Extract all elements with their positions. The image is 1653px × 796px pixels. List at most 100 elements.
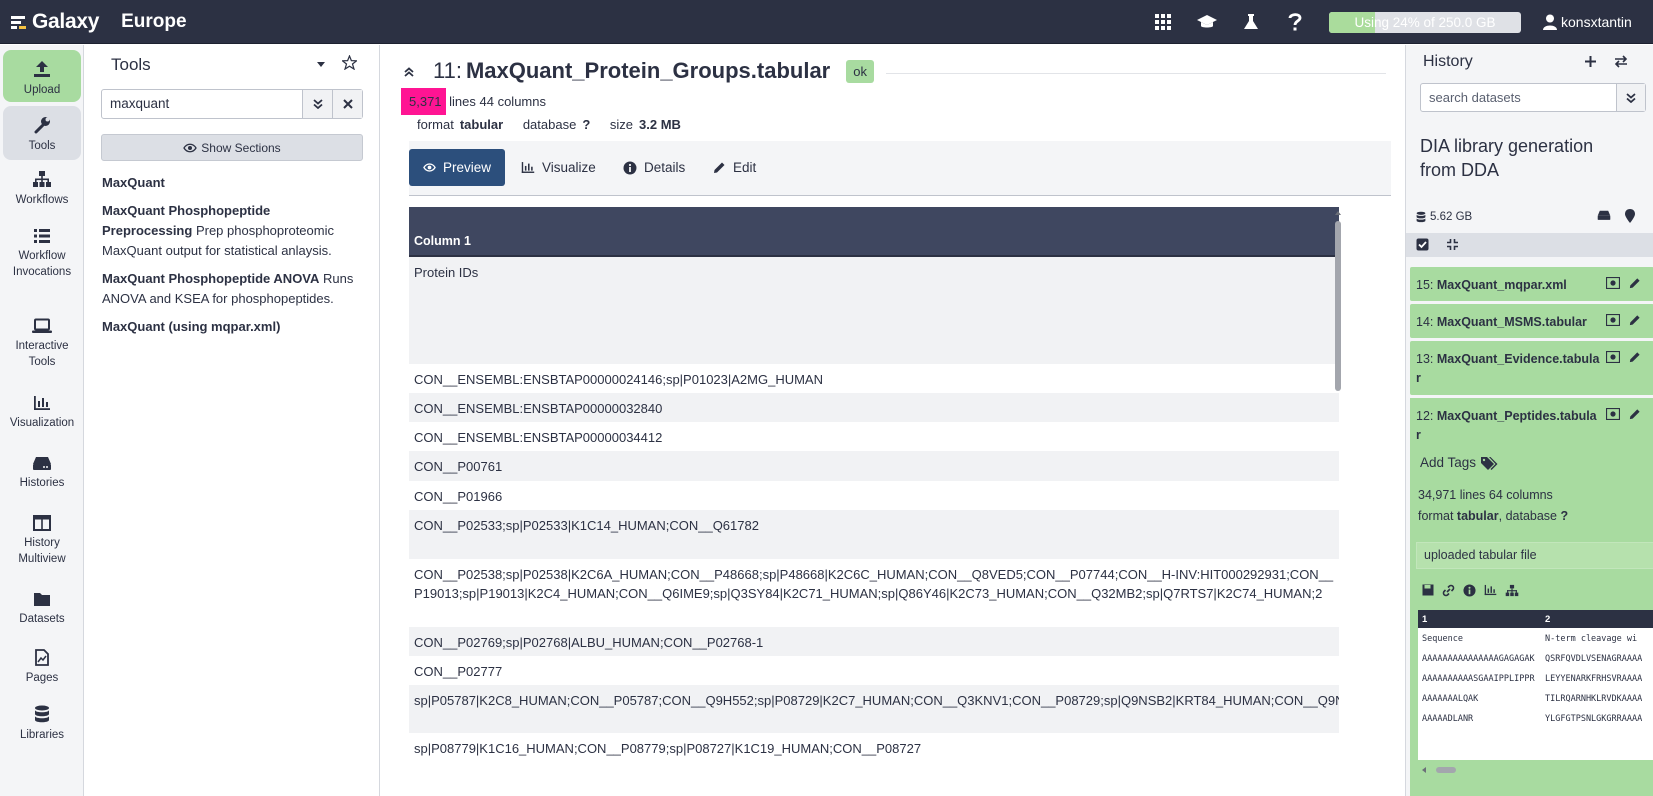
sitemap-icon[interactable] (1505, 584, 1519, 597)
preview-scrollbar[interactable] (1333, 207, 1343, 796)
pencil-icon[interactable] (1628, 314, 1641, 327)
pencil-icon[interactable] (1628, 277, 1641, 290)
tool-search-input[interactable]: maxquant (102, 90, 302, 118)
activity-interactive-tools[interactable]: Interactive Tools (3, 318, 81, 370)
brand-subtitle: Europe (121, 10, 187, 32)
activity-history-multiview[interactable]: History Multiview (3, 515, 81, 567)
pencil-icon (714, 162, 725, 173)
peek-cell: Sequence (1422, 634, 1463, 644)
activity-label: Workflows (15, 194, 69, 206)
activity-upload[interactable]: Upload (3, 50, 81, 102)
plus-icon[interactable] (1584, 55, 1597, 68)
scroll-left-icon[interactable] (1420, 765, 1428, 775)
apps-grid-icon[interactable] (1141, 0, 1185, 44)
tool-item-maxquant-mqpar[interactable]: MaxQuant (using mqpar.xml) (102, 317, 364, 337)
dataset-lines-rest: lines 44 columns (445, 94, 546, 109)
wrench-icon (34, 117, 50, 134)
activity-pages[interactable]: Pages (3, 649, 81, 686)
exchange-icon[interactable] (1614, 55, 1628, 68)
compress-icon[interactable] (1446, 238, 1459, 251)
info-circle-icon[interactable] (1463, 584, 1476, 597)
eye-icon[interactable] (1606, 351, 1620, 363)
dataset-line-info: 5,371 lines 44 columns (401, 88, 546, 115)
scrollbar-thumb[interactable] (1335, 221, 1341, 391)
activity-workflow-invocations[interactable]: Workflow Invocations (3, 228, 81, 280)
history-item-title[interactable]: 12: MaxQuant_Peptides.tabular (1416, 407, 1601, 445)
tab-edit[interactable]: Edit (698, 149, 770, 186)
history-item[interactable]: 15: MaxQuant_mqpar.xml (1410, 267, 1653, 301)
peek-header: 1 2 (1418, 610, 1653, 628)
activity-label: Upload (23, 84, 61, 96)
advanced-search-button[interactable] (302, 90, 332, 118)
tab-label: Preview (442, 160, 491, 175)
hdd-icon[interactable] (1597, 209, 1611, 221)
pencil-icon[interactable] (1628, 351, 1641, 364)
peek-cell: YLGFGTPSNLGKGRRAAAA (1545, 714, 1643, 724)
activity-label: Libraries (19, 729, 65, 741)
quota-meter[interactable]: Using 24% of 250.0 GB (1329, 11, 1521, 33)
peek-cell: N-term cleavage wi (1545, 634, 1638, 644)
format-value: tabular (1456, 509, 1499, 523)
activity-datasets[interactable]: Datasets (3, 591, 81, 627)
chart-bar-icon[interactable] (1484, 584, 1497, 596)
table-row: sp|P08779|K1C16_HUMAN;CON__P08779;sp|P08… (414, 741, 922, 756)
activity-visualization[interactable]: Visualization (3, 395, 81, 431)
history-advanced-search-button[interactable] (1616, 84, 1645, 111)
activity-libraries[interactable]: Libraries (3, 705, 81, 743)
pencil-icon[interactable] (1628, 408, 1641, 421)
eye-icon[interactable] (1606, 277, 1620, 289)
list-icon (34, 229, 50, 243)
caret-down-icon[interactable] (315, 59, 327, 69)
galaxy-logo-icon (11, 15, 26, 29)
eye-icon[interactable] (1606, 408, 1620, 420)
activity-label: Tools (28, 140, 56, 152)
show-sections-button[interactable]: Show Sections (101, 134, 363, 161)
eye-icon[interactable] (1606, 314, 1620, 326)
peek-scrollbar[interactable] (1418, 764, 1653, 776)
tool-item-phospho-anova[interactable]: MaxQuant Phosphopeptide ANOVA Runs ANOVA… (102, 269, 364, 309)
tool-item-phospho-preprocessing[interactable]: MaxQuant Phosphopeptide Preprocessing Pr… (102, 201, 364, 261)
peek-cell: AAAAAAALQAK (1422, 694, 1479, 704)
history-item[interactable]: 13: MaxQuant_Evidence.tabular (1410, 341, 1653, 395)
tab-visualize[interactable]: Visualize (507, 149, 610, 186)
database-icon (35, 705, 49, 723)
tab-details[interactable]: Details (609, 149, 699, 186)
activity-label: Visualization (9, 417, 75, 429)
collapse-icon[interactable] (404, 67, 414, 77)
star-icon[interactable] (342, 55, 357, 70)
help-icon[interactable] (1273, 0, 1317, 44)
history-item[interactable]: 14: MaxQuant_MSMS.tabular (1410, 304, 1653, 338)
history-name[interactable]: DIA library generation from DDA (1420, 134, 1620, 182)
peek-row: AAAAAAAAAASGAAIPPLIPPR LEYYENARKFRHSVRAAA… (1418, 668, 1653, 688)
dataset-name: MaxQuant_Protein_Groups.tabular (465, 58, 831, 83)
flask-icon[interactable] (1229, 0, 1273, 44)
double-chevron-down-icon (1626, 92, 1636, 103)
peek-cell: AAAAAAAAAAAAAAAGAGAGAK (1422, 654, 1535, 664)
history-size[interactable]: 5.62 GB (1416, 211, 1472, 223)
table-row: CON__ENSEMBL:ENSBTAP00000024146;sp|P0102… (414, 372, 823, 387)
scrollbar-thumb[interactable] (1436, 767, 1456, 773)
tool-name: MaxQuant (102, 175, 165, 190)
history-item-name: MaxQuant_MSMS.tabular (1436, 315, 1587, 329)
clear-search-button[interactable] (332, 90, 362, 118)
link-icon[interactable] (1442, 584, 1455, 597)
activity-histories[interactable]: Histories (3, 455, 81, 491)
add-tags-button[interactable]: Add Tags (1420, 455, 1498, 470)
tool-item-maxquant[interactable]: MaxQuant (102, 173, 364, 193)
save-icon[interactable] (1422, 584, 1434, 596)
database-value: ? (582, 117, 591, 132)
tool-panel-title: Tools (111, 55, 151, 74)
masthead: Galaxy Europe Using 24% of 250.0 GB kons… (0, 0, 1653, 44)
user-menu[interactable]: konsxtantin (1543, 14, 1653, 30)
history-search-input[interactable]: search datasets (1421, 84, 1616, 111)
dataset-lines-count: 5,371 (401, 88, 446, 115)
center-panel: 11: MaxQuant_Protein_Groups.tabular ok 5… (381, 45, 1403, 796)
check-square-icon[interactable] (1416, 238, 1429, 251)
graduation-cap-icon[interactable] (1185, 0, 1229, 44)
activity-workflows[interactable]: Workflows (3, 170, 81, 208)
activity-tools[interactable]: Tools (3, 106, 81, 160)
map-marker-icon[interactable] (1625, 209, 1635, 223)
brand-link[interactable]: Galaxy Europe (10, 10, 187, 34)
scroll-up-icon[interactable] (1333, 209, 1343, 217)
tab-preview[interactable]: Preview (409, 149, 505, 186)
